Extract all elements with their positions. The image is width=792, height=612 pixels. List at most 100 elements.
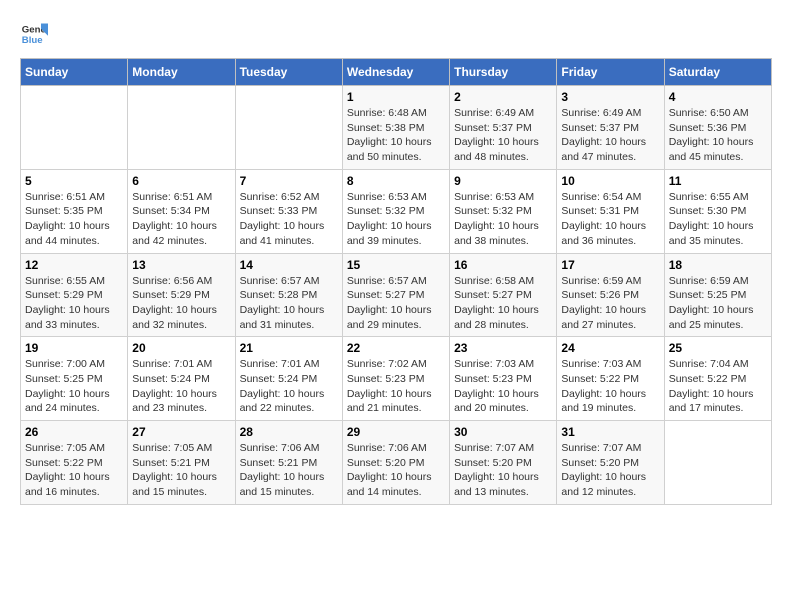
calendar-cell: 24 Sunrise: 7:03 AM Sunset: 5:22 PM Dayli…	[557, 337, 664, 421]
day-info: Sunrise: 7:06 AM Sunset: 5:21 PM Dayligh…	[240, 441, 338, 500]
day-number: 4	[669, 90, 767, 104]
day-number: 9	[454, 174, 552, 188]
day-number: 21	[240, 341, 338, 355]
day-info: Sunrise: 6:54 AM Sunset: 5:31 PM Dayligh…	[561, 190, 659, 249]
day-number: 17	[561, 258, 659, 272]
calendar-cell: 15 Sunrise: 6:57 AM Sunset: 5:27 PM Dayli…	[342, 253, 449, 337]
day-info: Sunrise: 7:05 AM Sunset: 5:22 PM Dayligh…	[25, 441, 123, 500]
day-info: Sunrise: 7:01 AM Sunset: 5:24 PM Dayligh…	[132, 357, 230, 416]
day-info: Sunrise: 6:58 AM Sunset: 5:27 PM Dayligh…	[454, 274, 552, 333]
day-info: Sunrise: 6:51 AM Sunset: 5:34 PM Dayligh…	[132, 190, 230, 249]
day-info: Sunrise: 6:53 AM Sunset: 5:32 PM Dayligh…	[347, 190, 445, 249]
calendar-week-1: 1 Sunrise: 6:48 AM Sunset: 5:38 PM Daylig…	[21, 86, 772, 170]
day-info: Sunrise: 6:49 AM Sunset: 5:37 PM Dayligh…	[561, 106, 659, 165]
calendar-cell: 17 Sunrise: 6:59 AM Sunset: 5:26 PM Dayli…	[557, 253, 664, 337]
calendar-cell: 7Sunrise: 6:52 AM Sunset: 5:33 PM Daylig…	[235, 169, 342, 253]
calendar-cell: 14 Sunrise: 6:57 AM Sunset: 5:28 PM Dayli…	[235, 253, 342, 337]
calendar-cell: 13Sunrise: 6:56 AM Sunset: 5:29 PM Dayli…	[128, 253, 235, 337]
day-number: 12	[25, 258, 123, 272]
calendar-cell: 4 Sunrise: 6:50 AM Sunset: 5:36 PM Daylig…	[664, 86, 771, 170]
calendar-week-5: 26 Sunrise: 7:05 AM Sunset: 5:22 PM Dayli…	[21, 421, 772, 505]
weekday-header-wednesday: Wednesday	[342, 59, 449, 86]
day-info: Sunrise: 7:03 AM Sunset: 5:22 PM Dayligh…	[561, 357, 659, 416]
day-number: 28	[240, 425, 338, 439]
logo-icon: General Blue	[20, 20, 48, 48]
day-number: 19	[25, 341, 123, 355]
day-info: Sunrise: 6:57 AM Sunset: 5:27 PM Dayligh…	[347, 274, 445, 333]
calendar-cell: 1 Sunrise: 6:48 AM Sunset: 5:38 PM Daylig…	[342, 86, 449, 170]
calendar-week-3: 12 Sunrise: 6:55 AM Sunset: 5:29 PM Dayli…	[21, 253, 772, 337]
day-number: 30	[454, 425, 552, 439]
calendar-table: SundayMondayTuesdayWednesdayThursdayFrid…	[20, 58, 772, 505]
day-number: 26	[25, 425, 123, 439]
day-info: Sunrise: 7:07 AM Sunset: 5:20 PM Dayligh…	[561, 441, 659, 500]
day-info: Sunrise: 6:56 AM Sunset: 5:29 PM Dayligh…	[132, 274, 230, 333]
day-number: 20	[132, 341, 230, 355]
day-number: 2	[454, 90, 552, 104]
calendar-cell: 8 Sunrise: 6:53 AM Sunset: 5:32 PM Daylig…	[342, 169, 449, 253]
calendar-cell: 29Sunrise: 7:06 AM Sunset: 5:20 PM Dayli…	[342, 421, 449, 505]
day-info: Sunrise: 6:51 AM Sunset: 5:35 PM Dayligh…	[25, 190, 123, 249]
day-number: 10	[561, 174, 659, 188]
calendar-cell: 26 Sunrise: 7:05 AM Sunset: 5:22 PM Dayli…	[21, 421, 128, 505]
weekday-header-row: SundayMondayTuesdayWednesdayThursdayFrid…	[21, 59, 772, 86]
day-number: 22	[347, 341, 445, 355]
calendar-cell: 23 Sunrise: 7:03 AM Sunset: 5:23 PM Dayli…	[450, 337, 557, 421]
day-info: Sunrise: 6:59 AM Sunset: 5:26 PM Dayligh…	[561, 274, 659, 333]
day-number: 15	[347, 258, 445, 272]
calendar-cell: 3 Sunrise: 6:49 AM Sunset: 5:37 PM Daylig…	[557, 86, 664, 170]
page-header: General Blue	[20, 20, 772, 48]
day-number: 1	[347, 90, 445, 104]
weekday-header-saturday: Saturday	[664, 59, 771, 86]
day-number: 3	[561, 90, 659, 104]
calendar-cell: 10 Sunrise: 6:54 AM Sunset: 5:31 PM Dayli…	[557, 169, 664, 253]
calendar-cell: 30Sunrise: 7:07 AM Sunset: 5:20 PM Dayli…	[450, 421, 557, 505]
day-info: Sunrise: 7:04 AM Sunset: 5:22 PM Dayligh…	[669, 357, 767, 416]
calendar-cell: 18Sunrise: 6:59 AM Sunset: 5:25 PM Dayli…	[664, 253, 771, 337]
calendar-cell	[128, 86, 235, 170]
calendar-cell: 28 Sunrise: 7:06 AM Sunset: 5:21 PM Dayli…	[235, 421, 342, 505]
calendar-cell: 25 Sunrise: 7:04 AM Sunset: 5:22 PM Dayli…	[664, 337, 771, 421]
calendar-cell: 12 Sunrise: 6:55 AM Sunset: 5:29 PM Dayli…	[21, 253, 128, 337]
calendar-cell: 16Sunrise: 6:58 AM Sunset: 5:27 PM Dayli…	[450, 253, 557, 337]
calendar-cell: 2 Sunrise: 6:49 AM Sunset: 5:37 PM Daylig…	[450, 86, 557, 170]
calendar-cell: 31 Sunrise: 7:07 AM Sunset: 5:20 PM Dayli…	[557, 421, 664, 505]
day-number: 23	[454, 341, 552, 355]
day-info: Sunrise: 7:03 AM Sunset: 5:23 PM Dayligh…	[454, 357, 552, 416]
day-info: Sunrise: 6:57 AM Sunset: 5:28 PM Dayligh…	[240, 274, 338, 333]
day-number: 31	[561, 425, 659, 439]
weekday-header-sunday: Sunday	[21, 59, 128, 86]
calendar-cell	[664, 421, 771, 505]
day-number: 8	[347, 174, 445, 188]
weekday-header-thursday: Thursday	[450, 59, 557, 86]
calendar-cell: 6 Sunrise: 6:51 AM Sunset: 5:34 PM Daylig…	[128, 169, 235, 253]
calendar-cell	[21, 86, 128, 170]
day-number: 24	[561, 341, 659, 355]
day-info: Sunrise: 6:59 AM Sunset: 5:25 PM Dayligh…	[669, 274, 767, 333]
day-info: Sunrise: 7:05 AM Sunset: 5:21 PM Dayligh…	[132, 441, 230, 500]
day-number: 14	[240, 258, 338, 272]
weekday-header-tuesday: Tuesday	[235, 59, 342, 86]
svg-text:Blue: Blue	[22, 35, 43, 46]
day-info: Sunrise: 7:02 AM Sunset: 5:23 PM Dayligh…	[347, 357, 445, 416]
calendar-cell: 21Sunrise: 7:01 AM Sunset: 5:24 PM Dayli…	[235, 337, 342, 421]
calendar-week-2: 5 Sunrise: 6:51 AM Sunset: 5:35 PM Daylig…	[21, 169, 772, 253]
day-info: Sunrise: 7:00 AM Sunset: 5:25 PM Dayligh…	[25, 357, 123, 416]
day-info: Sunrise: 6:49 AM Sunset: 5:37 PM Dayligh…	[454, 106, 552, 165]
day-number: 11	[669, 174, 767, 188]
day-number: 6	[132, 174, 230, 188]
day-info: Sunrise: 6:50 AM Sunset: 5:36 PM Dayligh…	[669, 106, 767, 165]
day-number: 5	[25, 174, 123, 188]
weekday-header-friday: Friday	[557, 59, 664, 86]
day-number: 25	[669, 341, 767, 355]
day-info: Sunrise: 6:52 AM Sunset: 5:33 PM Dayligh…	[240, 190, 338, 249]
calendar-cell: 5 Sunrise: 6:51 AM Sunset: 5:35 PM Daylig…	[21, 169, 128, 253]
calendar-cell: 19 Sunrise: 7:00 AM Sunset: 5:25 PM Dayli…	[21, 337, 128, 421]
day-info: Sunrise: 6:55 AM Sunset: 5:29 PM Dayligh…	[25, 274, 123, 333]
logo: General Blue	[20, 20, 48, 48]
calendar-cell: 9Sunrise: 6:53 AM Sunset: 5:32 PM Daylig…	[450, 169, 557, 253]
weekday-header-monday: Monday	[128, 59, 235, 86]
calendar-cell: 22 Sunrise: 7:02 AM Sunset: 5:23 PM Dayli…	[342, 337, 449, 421]
day-info: Sunrise: 6:48 AM Sunset: 5:38 PM Dayligh…	[347, 106, 445, 165]
day-info: Sunrise: 7:06 AM Sunset: 5:20 PM Dayligh…	[347, 441, 445, 500]
